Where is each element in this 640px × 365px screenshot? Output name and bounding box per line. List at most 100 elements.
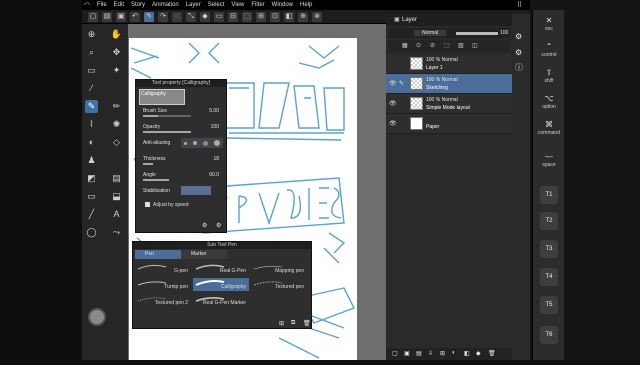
layer-row[interactable]: 👁 100 % Normal Simple Mode layout bbox=[386, 94, 512, 114]
space-key[interactable]: — space bbox=[536, 152, 562, 168]
subtool-textured-pen[interactable]: Textured pen bbox=[251, 278, 307, 291]
fill-icon[interactable]: ◆ bbox=[200, 12, 210, 22]
option-key[interactable]: ⌥ option bbox=[536, 94, 562, 110]
save-icon[interactable]: ▣ bbox=[116, 12, 126, 22]
copy-subtool-icon[interactable]: ⧉ bbox=[291, 320, 295, 327]
reference-icon[interactable]: ◆ bbox=[476, 350, 481, 357]
layer-row[interactable]: 100 % Normal Layer 1 bbox=[386, 54, 512, 74]
subtool-calligraphy[interactable]: Calligraphy bbox=[193, 278, 249, 291]
layer-option-icon-6[interactable]: ◫ bbox=[472, 42, 478, 49]
menu-layer[interactable]: Layer bbox=[186, 2, 201, 8]
wrench-icon[interactable]: ⚙ bbox=[202, 222, 207, 229]
pen-tool-icon[interactable]: ✎ bbox=[144, 12, 154, 22]
subtool-textured-pen-2[interactable]: Textured pen 2 bbox=[135, 294, 191, 307]
move-icon[interactable]: ✥ bbox=[110, 46, 123, 59]
t4-button[interactable]: T4 bbox=[540, 268, 558, 286]
blend-mode-select[interactable]: Normal bbox=[414, 30, 447, 36]
select-all-icon[interactable]: ⊞ bbox=[256, 12, 266, 22]
menu-view[interactable]: View bbox=[231, 2, 244, 8]
airbrush-icon[interactable]: ✺ bbox=[110, 118, 123, 131]
undo-icon[interactable]: ↶ bbox=[130, 12, 140, 22]
layer-option-icon-3[interactable]: ⊘ bbox=[430, 42, 435, 49]
layer-option-icon-2[interactable]: ⊙ bbox=[416, 42, 421, 49]
new-folder-icon[interactable]: ▤ bbox=[416, 350, 422, 357]
opacity-row[interactable]: Opacity 100 bbox=[139, 122, 225, 137]
ruler-icon[interactable]: ▭ bbox=[214, 12, 224, 22]
subtool-mapping-pen[interactable]: Mapping pen bbox=[251, 262, 307, 275]
layer-option-icon-4[interactable]: ⬚ bbox=[444, 42, 450, 49]
menu-file[interactable]: File bbox=[97, 2, 107, 8]
combine-icon[interactable]: ⊞ bbox=[440, 350, 445, 357]
brush-icon[interactable]: ⌇ bbox=[85, 118, 98, 131]
blend-icon[interactable]: ◐ bbox=[85, 136, 98, 149]
t1-button[interactable]: T1 bbox=[540, 186, 558, 204]
decoration-icon[interactable]: ♟ bbox=[85, 154, 98, 167]
delete-subtool-icon[interactable]: 🗑 bbox=[303, 320, 311, 327]
anti-aliasing-row[interactable]: Anti-aliasing bbox=[139, 138, 225, 153]
auto-select-icon[interactable]: ✦ bbox=[110, 64, 123, 77]
lasso-icon[interactable]: ◌ bbox=[172, 12, 182, 22]
control-key[interactable]: ⌃ control bbox=[536, 42, 562, 58]
open-icon[interactable]: ▤ bbox=[102, 12, 112, 22]
menu-animation[interactable]: Animation bbox=[152, 2, 179, 8]
gear-icon[interactable]: ⚙ bbox=[515, 32, 522, 41]
eye-icon[interactable]: 👁 bbox=[389, 100, 397, 107]
tab-marker[interactable]: Marker bbox=[181, 250, 227, 259]
text-icon[interactable]: A bbox=[110, 208, 123, 221]
add-subtool-icon[interactable]: ⊞ bbox=[279, 320, 284, 327]
command-key[interactable]: ⌘ command bbox=[536, 120, 562, 136]
info-icon[interactable]: ⓘ bbox=[515, 62, 523, 73]
ruler-tool-icon[interactable]: ╱ bbox=[85, 208, 98, 221]
settings-icon[interactable]: ⚙ bbox=[515, 48, 522, 57]
tab-pen[interactable]: Pen bbox=[135, 250, 181, 259]
zoom-icon[interactable]: ⊕ bbox=[85, 28, 98, 41]
settings-icon[interactable]: ⚙ bbox=[216, 222, 221, 229]
delete-layer-icon[interactable]: 🗑 bbox=[488, 350, 496, 357]
lasso-select-icon[interactable]: ▭ bbox=[85, 64, 98, 77]
menu-help[interactable]: Help bbox=[300, 2, 312, 8]
eyedropper-icon[interactable]: ⁄ bbox=[85, 82, 98, 95]
layer-row[interactable]: 👁 Paper bbox=[386, 114, 512, 134]
mask-icon[interactable]: ◐ bbox=[452, 350, 456, 356]
layer-row-selected[interactable]: 👁 ✎ 100 % Normal Sketching bbox=[386, 74, 512, 94]
gradient-icon[interactable]: ▤ bbox=[110, 172, 123, 185]
t3-button[interactable]: T3 bbox=[540, 240, 558, 258]
menu-window[interactable]: Window bbox=[272, 2, 293, 8]
thickness-row[interactable]: Thickness 18 bbox=[139, 154, 225, 169]
frame-icon[interactable]: ⬓ bbox=[110, 190, 123, 203]
snap-icon[interactable]: ⊕ bbox=[298, 12, 308, 22]
lock-icon[interactable]: ⊗ bbox=[312, 12, 322, 22]
brush-size-row[interactable]: Brush Size 5.00 bbox=[139, 106, 225, 121]
correct-line-icon[interactable]: ⤳ bbox=[110, 226, 123, 239]
pen-icon[interactable]: ✎ bbox=[85, 100, 98, 113]
t6-button[interactable]: T6 bbox=[540, 326, 558, 344]
new-vector-layer-icon[interactable]: ▣ bbox=[404, 350, 410, 357]
menu-select[interactable]: Select bbox=[208, 2, 225, 8]
esc-key[interactable]: ✕ esc bbox=[536, 16, 562, 32]
fill-bucket-icon[interactable]: ◩ bbox=[85, 172, 98, 185]
redo-icon[interactable]: ↷ bbox=[158, 12, 168, 22]
t5-button[interactable]: T5 bbox=[540, 296, 558, 314]
menu-story[interactable]: Story bbox=[131, 2, 145, 8]
operation-icon[interactable]: ⌕ bbox=[85, 46, 98, 59]
subtool-turnip-pen[interactable]: Turnip pen bbox=[135, 278, 191, 291]
grid-icon[interactable]: ⠿ bbox=[517, 2, 524, 9]
stabilization-row[interactable]: Stabilization bbox=[139, 186, 225, 201]
figure-icon[interactable]: ▭ bbox=[85, 190, 98, 203]
opacity-slider[interactable] bbox=[456, 32, 498, 35]
adjust-by-speed-checkbox[interactable] bbox=[145, 202, 150, 207]
deselect-icon[interactable]: ⊡ bbox=[270, 12, 280, 22]
shift-key[interactable]: ⇧ shift bbox=[536, 68, 562, 84]
subtool-real-g-pen[interactable]: Real G-Pen bbox=[193, 262, 249, 275]
clip-icon[interactable]: ◧ bbox=[464, 350, 470, 357]
adjust-by-speed-row[interactable]: Adjust by speed bbox=[139, 200, 225, 215]
eye-icon[interactable]: 👁 bbox=[389, 120, 397, 127]
anti-aliasing-selector[interactable] bbox=[181, 138, 223, 148]
new-layer-icon[interactable]: ▢ bbox=[392, 350, 398, 357]
hand-icon[interactable]: ✋ bbox=[110, 28, 123, 41]
eraser-icon[interactable]: ◇ bbox=[110, 136, 123, 149]
layer-option-icon-1[interactable]: ▦ bbox=[402, 42, 408, 49]
angle-row[interactable]: Angle 60.0 bbox=[139, 170, 225, 185]
pencil-icon[interactable]: ✏ bbox=[110, 100, 123, 113]
selection-icon[interactable]: ⬚ bbox=[242, 12, 252, 22]
